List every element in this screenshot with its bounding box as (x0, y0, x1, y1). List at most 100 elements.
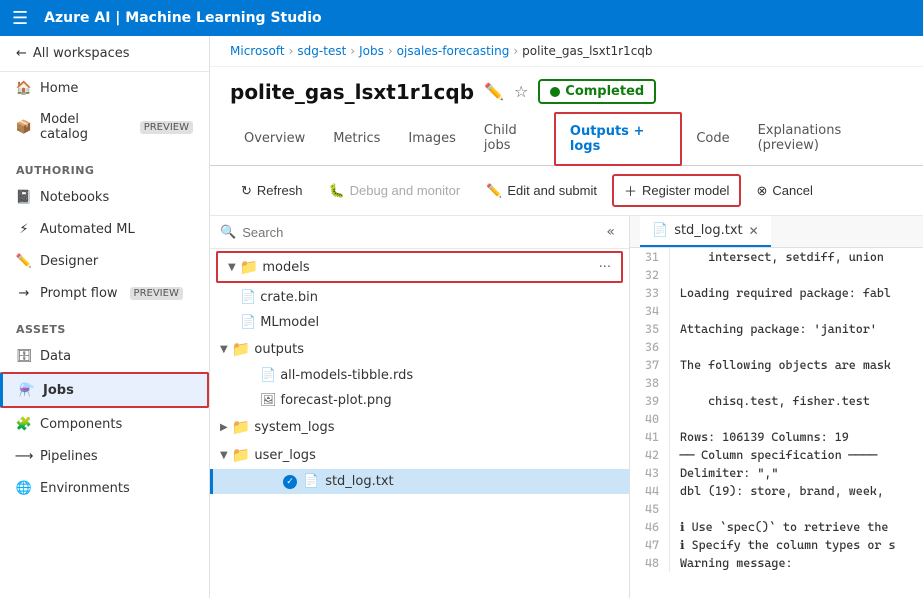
more-options-icon[interactable]: ··· (599, 260, 611, 275)
file-icon: 📄 (240, 290, 256, 305)
hamburger-icon[interactable]: ☰ (12, 8, 28, 29)
prompt-flow-preview-badge: PREVIEW (130, 287, 183, 300)
line-number: 37 (630, 356, 670, 374)
pipelines-icon: ⟶ (16, 448, 32, 464)
log-tab-std[interactable]: 📄 std_log.txt ✕ (640, 216, 771, 247)
log-content[interactable]: 31 intersect, setdiff, union3233Loading … (630, 248, 923, 598)
folder-system-logs-icon: 📁 (232, 418, 251, 436)
log-tab-bar: 📄 std_log.txt ✕ (630, 216, 923, 248)
tab-explanations[interactable]: Explanations (preview) (744, 113, 903, 165)
tab-images[interactable]: Images (394, 121, 470, 158)
edit-title-icon[interactable]: ✏️ (484, 82, 504, 101)
file-std-log[interactable]: ✓ 📄 std_log.txt (210, 469, 629, 494)
file-mlmodel[interactable]: 📄 MLmodel (210, 310, 629, 335)
sidebar: ← All workspaces 🏠 Home 📦 Model catalog … (0, 36, 210, 598)
breadcrumb-ojsales[interactable]: ojsales-forecasting (397, 44, 510, 58)
sidebar-item-model-catalog[interactable]: 📦 Model catalog PREVIEW (0, 104, 209, 150)
authoring-section-label: Authoring (0, 150, 209, 181)
register-model-button[interactable]: ＋ Register model (612, 174, 741, 207)
line-number: 39 (630, 392, 670, 410)
log-line: 31 intersect, setdiff, union (630, 248, 923, 266)
line-content: chisq.test, fisher.test (680, 392, 870, 410)
line-number: 36 (630, 338, 670, 356)
sidebar-item-notebooks[interactable]: 📓 Notebooks (0, 181, 209, 213)
log-line: 44dbl (19): store, brand, week, (630, 482, 923, 500)
tab-metrics[interactable]: Metrics (319, 121, 394, 158)
breadcrumb-sdg-test[interactable]: sdg-test (297, 44, 346, 58)
line-number: 47 (630, 536, 670, 554)
cancel-button[interactable]: ⊗ Cancel (745, 177, 823, 205)
split-content: 🔍 « ▼ 📁 models ··· 📄 crate.bin (210, 216, 923, 598)
tab-code[interactable]: Code (682, 121, 743, 158)
sidebar-item-data[interactable]: 🗄 Data (0, 340, 209, 372)
folder-models-label: models (262, 260, 309, 275)
line-content: Loading required package: fabl (680, 284, 891, 302)
environments-icon: 🌐 (16, 480, 32, 496)
line-content: The following objects are mask (680, 356, 891, 374)
chevron-down-icon: ▼ (220, 344, 228, 355)
components-icon: 🧩 (16, 416, 32, 432)
line-content: ── Column specification ──── (680, 446, 877, 464)
debug-monitor-button[interactable]: 🐛 Debug and monitor (317, 177, 471, 205)
active-file-indicator: ✓ (283, 475, 297, 489)
folder-user-logs-icon: 📁 (232, 446, 251, 464)
collapse-panel-icon[interactable]: « (602, 222, 619, 242)
sidebar-item-automated-ml[interactable]: ⚡ Automated ML (0, 213, 209, 245)
log-line: 39 chisq.test, fisher.test (630, 392, 923, 410)
sidebar-item-designer[interactable]: ✏️ Designer (0, 245, 209, 277)
log-viewer: 📄 std_log.txt ✕ 31 intersect, setdiff, u… (630, 216, 923, 598)
refresh-icon: ↻ (241, 183, 252, 199)
back-arrow-icon: ← (16, 46, 27, 61)
sidebar-item-prompt-flow[interactable]: → Prompt flow PREVIEW (0, 277, 209, 309)
log-close-icon[interactable]: ✕ (749, 224, 759, 238)
line-content: Warning message: (680, 554, 793, 572)
breadcrumb-microsoft[interactable]: Microsoft (230, 44, 285, 58)
folder-outputs[interactable]: ▼ 📁 outputs (210, 335, 629, 363)
line-number: 41 (630, 428, 670, 446)
breadcrumb-jobs[interactable]: Jobs (359, 44, 384, 58)
folder-system-logs[interactable]: ▶ 📁 system_logs (210, 413, 629, 441)
log-file-icon: 📄 (652, 223, 668, 238)
log-line: 38 (630, 374, 923, 392)
line-number: 40 (630, 410, 670, 428)
back-to-workspaces[interactable]: ← All workspaces (0, 36, 209, 72)
edit-icon: ✏️ (486, 183, 502, 199)
refresh-button[interactable]: ↻ Refresh (230, 177, 313, 205)
breadcrumb-current: polite_gas_lsxt1r1cqb (522, 44, 652, 58)
sidebar-item-pipelines[interactable]: ⟶ Pipelines (0, 440, 209, 472)
log-line: 42── Column specification ──── (630, 446, 923, 464)
sidebar-item-home[interactable]: 🏠 Home (0, 72, 209, 104)
line-number: 31 (630, 248, 670, 266)
line-content: ℹ Use `spec()` to retrieve the (680, 518, 888, 536)
folder-models[interactable]: ▼ 📁 models ··· (216, 251, 623, 283)
tab-overview[interactable]: Overview (230, 121, 319, 158)
chevron-right-icon: ▶ (220, 422, 228, 433)
folder-user-logs[interactable]: ▼ 📁 user_logs (210, 441, 629, 469)
sidebar-item-jobs[interactable]: ⚗️ Jobs (0, 372, 209, 408)
log-line: 48 Warning message: (630, 554, 923, 572)
folder-models-icon: 📁 (240, 258, 259, 276)
file-forecast-plot[interactable]: 🖼 forecast-plot.png (210, 388, 629, 413)
line-number: 44 (630, 482, 670, 500)
tab-child-jobs[interactable]: Child jobs (470, 113, 554, 165)
line-number: 34 (630, 302, 670, 320)
sidebar-item-components[interactable]: 🧩 Components (0, 408, 209, 440)
page-title: polite_gas_lsxt1r1cqb (230, 80, 474, 104)
log-line: 47ℹ Specify the column types or s (630, 536, 923, 554)
status-dot (550, 87, 560, 97)
file-icon: 📄 (260, 368, 276, 383)
line-number: 35 (630, 320, 670, 338)
image-file-icon: 🖼 (260, 393, 277, 408)
file-tibble[interactable]: 📄 all-models-tibble.rds (210, 363, 629, 388)
line-number: 48 (630, 554, 670, 572)
notebooks-icon: 📓 (16, 189, 32, 205)
sidebar-item-environments[interactable]: 🌐 Environments (0, 472, 209, 504)
file-search-input[interactable] (242, 225, 596, 240)
favorite-icon[interactable]: ☆ (514, 82, 528, 101)
tab-outputs-logs[interactable]: Outputs + logs (554, 112, 682, 166)
file-crate-bin[interactable]: 📄 crate.bin (210, 285, 629, 310)
prompt-flow-icon: → (16, 285, 32, 301)
edit-submit-button[interactable]: ✏️ Edit and submit (475, 177, 608, 205)
log-line: 41Rows: 106139 Columns: 19 (630, 428, 923, 446)
automated-ml-icon: ⚡ (16, 221, 32, 237)
